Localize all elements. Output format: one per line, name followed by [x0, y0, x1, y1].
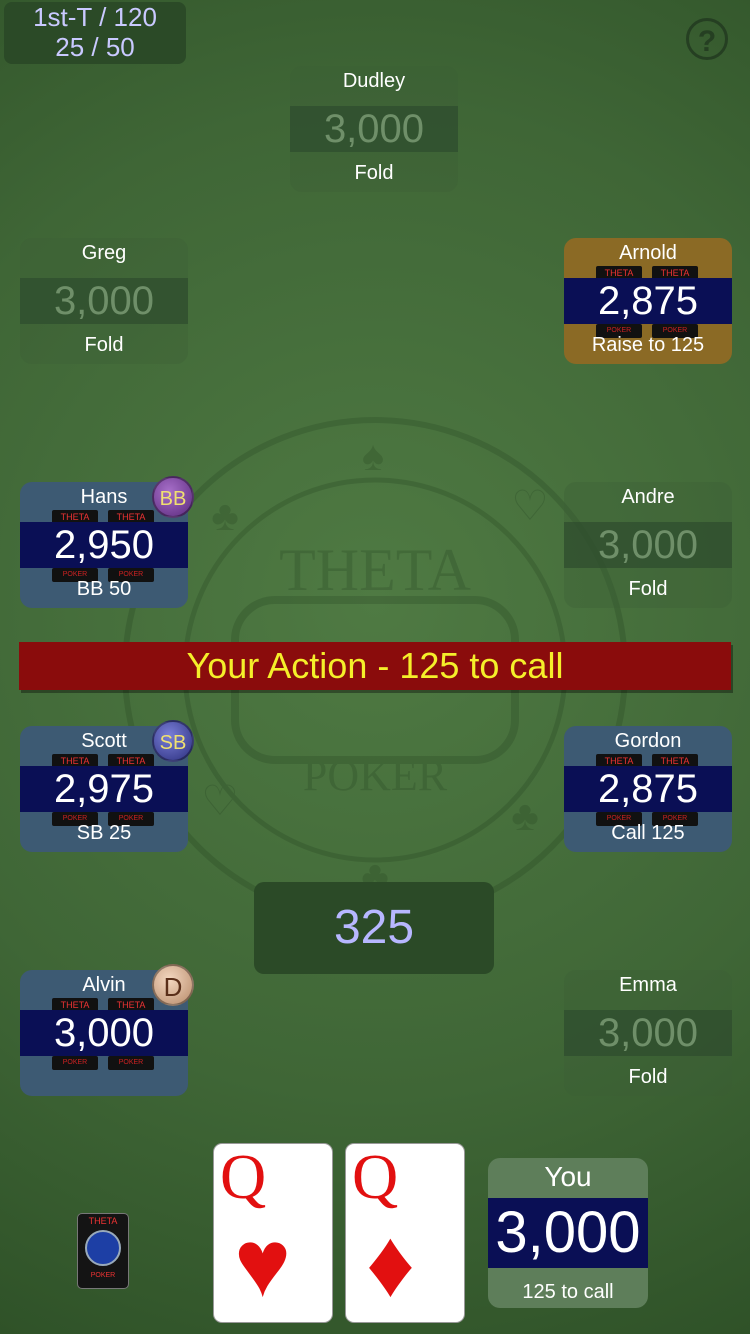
hole-card-1[interactable]: Q ♥ — [214, 1141, 332, 1322]
player-name: Andre — [621, 486, 675, 508]
player-chips: 3,000 — [20, 278, 188, 324]
seat-gordon: Gordon THETA THETA 2,875 POKER POKER Cal… — [564, 726, 732, 852]
svg-text:♡: ♡ — [511, 482, 549, 529]
diamond-suit-icon: ♦ — [366, 1210, 415, 1317]
player-chips: 2,875 — [564, 278, 732, 324]
player-name: Emma — [619, 974, 677, 996]
svg-text:♠: ♠ — [362, 432, 384, 479]
player-chips: 2,975 — [20, 766, 188, 812]
player-action — [20, 1064, 188, 1090]
svg-text:♡: ♡ — [201, 777, 239, 824]
deck-emblem-icon — [85, 1230, 121, 1266]
hole-card-2[interactable]: Q ♦ — [346, 1141, 464, 1322]
player-action: Raise to 125 — [591, 334, 705, 356]
seat-arnold: Arnold THETA THETA 2,875 POKER POKER Rai… — [564, 238, 732, 364]
blind-levels: 25 / 50 — [55, 32, 135, 62]
player-action: Fold — [628, 578, 668, 600]
deck-top-text: THETA — [88, 1216, 118, 1226]
player-chips: 3,000 — [564, 522, 732, 568]
svg-text:♣: ♣ — [211, 492, 239, 539]
player-action: Fold — [354, 162, 394, 184]
player-action: BB 50 — [76, 578, 132, 600]
player-chips: 3,000 — [20, 1010, 188, 1056]
deck-bottom-text: POKER — [90, 1272, 116, 1279]
tournament-info: 1st-T / 120 25 / 50 — [4, 2, 186, 64]
logo-top-text: THETA — [279, 537, 471, 603]
player-name: Arnold — [619, 242, 677, 264]
player-status: 125 to call — [522, 1281, 614, 1303]
seat-emma: Emma 3,000 Fold — [564, 970, 732, 1096]
heart-suit-icon: ♥ — [234, 1210, 291, 1317]
player-action: Fold — [84, 334, 124, 356]
big-blind-badge: BB — [152, 476, 194, 518]
player-chips: 2,875 — [564, 766, 732, 812]
player-action: Fold — [628, 1066, 668, 1088]
player-action: Call 125 — [611, 822, 685, 844]
tournament-level: 1st-T / 120 — [33, 2, 157, 32]
player-name: Gordon — [614, 730, 682, 752]
player-name: Dudley — [342, 70, 406, 92]
small-blind-badge: SB — [152, 720, 194, 762]
svg-text:♣: ♣ — [511, 792, 539, 839]
card-rank: Q — [352, 1141, 399, 1212]
deck-menu-button[interactable]: THETA POKER — [78, 1214, 128, 1288]
seat-greg: Greg 3,000 Fold — [20, 238, 188, 364]
seat-dudley: Dudley 3,000 Fold — [290, 66, 458, 192]
player-chips: 3,000 — [290, 106, 458, 152]
logo-bottom-text: POKER — [303, 751, 448, 800]
player-chips: 2,950 — [20, 522, 188, 568]
card-rank: Q — [220, 1141, 267, 1212]
pot-amount: 325 — [254, 882, 494, 974]
dealer-button: D — [152, 964, 194, 1006]
player-name: You — [544, 1161, 592, 1192]
seat-andre: Andre 3,000 Fold — [564, 482, 732, 608]
player-name: Greg — [81, 242, 127, 264]
player-chips: 3,000 — [564, 1010, 732, 1056]
player-action: SB 25 — [76, 822, 132, 844]
player-you: You 3,000 125 to call — [488, 1158, 648, 1308]
player-chips: 3,000 — [488, 1198, 648, 1268]
action-banner: Your Action - 125 to call — [19, 642, 731, 690]
help-button[interactable]: ? — [686, 18, 728, 60]
